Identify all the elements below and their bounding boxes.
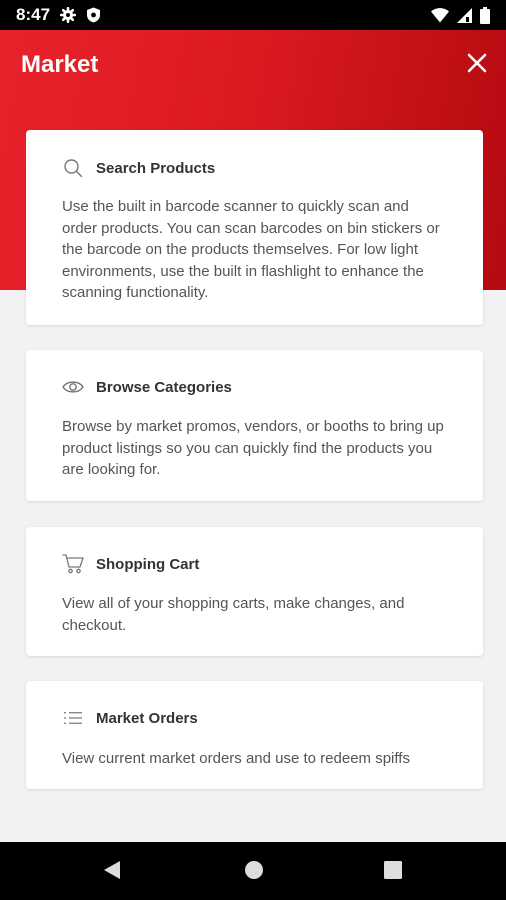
status-time: 8:47: [16, 5, 51, 24]
card-market-orders[interactable]: Market Orders View current market orders…: [26, 681, 483, 789]
card-description: View all of your shopping carts, make ch…: [62, 595, 405, 634]
card-title: Browse Categories: [96, 378, 232, 396]
status-bar: 8:47: [0, 0, 506, 30]
card-title: Market Orders: [96, 709, 198, 727]
card-shopping-cart[interactable]: Shopping Cart View all of your shopping …: [26, 527, 483, 656]
battery-icon: [480, 6, 490, 24]
search-icon: [62, 157, 84, 179]
card-browse-categories[interactable]: Browse Categories Browse by market promo…: [26, 350, 483, 501]
card-title: Search Products: [96, 159, 216, 177]
home-button[interactable]: [242, 860, 266, 884]
card-search-products[interactable]: Search Products Use the built in barcode…: [26, 130, 483, 325]
card-description: View current market orders and use to re…: [62, 750, 410, 767]
eye-icon: [62, 376, 84, 398]
gear-icon: [60, 7, 77, 23]
wifi-icon: [431, 7, 449, 23]
card-description: Use the built in barcode scanner to quic…: [62, 198, 440, 301]
back-button[interactable]: [100, 860, 124, 884]
close-button[interactable]: [462, 50, 492, 80]
shield-icon: [86, 7, 101, 23]
recents-button[interactable]: [381, 860, 405, 884]
card-description: Browse by market promos, vendors, or boo…: [62, 418, 444, 478]
system-nav-bar: [0, 842, 506, 900]
cart-icon: [62, 553, 84, 575]
list-icon: [62, 707, 84, 729]
recents-icon: [384, 860, 402, 884]
close-icon: [467, 53, 487, 78]
home-icon: [244, 860, 264, 885]
card-title: Shopping Cart: [96, 555, 200, 573]
signal-icon: [457, 7, 472, 23]
back-icon: [102, 859, 122, 886]
page-title: Market: [21, 51, 99, 78]
